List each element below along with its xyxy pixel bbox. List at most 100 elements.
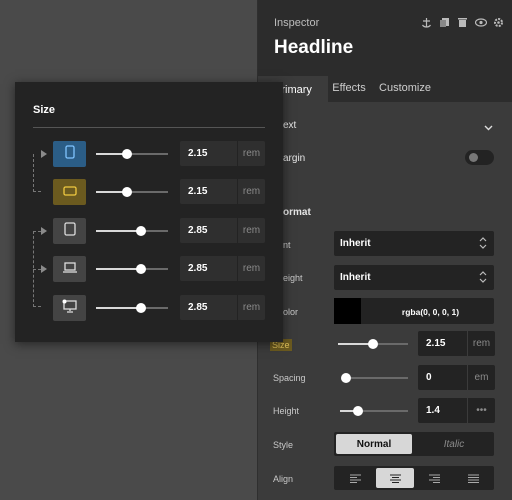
inspector-header: Inspector Headline (258, 0, 512, 76)
tree-connector (33, 269, 41, 270)
align-justify-icon[interactable] (454, 468, 492, 488)
size-input[interactable]: 2.15 rem (418, 331, 495, 356)
copy-icon[interactable] (438, 16, 451, 29)
landscape-icon (62, 183, 77, 201)
align-label: Align (273, 474, 294, 484)
slider-thumb[interactable] (121, 149, 132, 159)
color-label: olor (283, 307, 299, 317)
slider-fill (96, 268, 142, 270)
device-desktop-button[interactable] (53, 295, 86, 321)
slider-fill (96, 230, 142, 232)
landscape-size-value: 2.15 (188, 186, 208, 197)
font-label: nt (283, 240, 291, 250)
weight-select[interactable]: Inherit (334, 265, 494, 290)
device-tablet-button[interactable] (53, 218, 86, 244)
laptop-size-unit[interactable]: rem (237, 256, 265, 281)
tab-customize[interactable]: Customize (370, 76, 440, 102)
updown-icon (479, 237, 487, 249)
trash-icon[interactable] (456, 16, 469, 29)
tree-connector (33, 154, 41, 192)
tablet-size-value: 2.85 (188, 225, 208, 236)
height-input[interactable]: 1.4 ••• (418, 398, 495, 423)
size-popup: Size 2.15 rem 2.15 rem 2.85 rem 2.85 rem… (15, 82, 283, 342)
chevron-down-icon[interactable] (484, 119, 493, 131)
font-select[interactable]: Inherit (334, 231, 494, 256)
slider-thumb[interactable] (368, 339, 378, 349)
height-slider[interactable] (340, 406, 408, 416)
style-label: Style (273, 440, 294, 450)
inspector-title: Inspector (274, 17, 320, 29)
slider-thumb[interactable] (121, 187, 132, 197)
size-value: 2.15 (426, 338, 446, 349)
laptop-size-value: 2.85 (188, 263, 208, 274)
popup-title: Size (33, 104, 56, 116)
desktop-icon (62, 299, 78, 318)
slider-thumb[interactable] (136, 303, 147, 313)
spacing-input[interactable]: 0 em (418, 365, 495, 390)
slider-thumb[interactable] (136, 264, 147, 274)
height-label: Height (273, 406, 300, 416)
gear-icon[interactable] (492, 16, 505, 29)
spacing-label: Spacing (273, 373, 306, 383)
tablet-size-unit[interactable]: rem (237, 218, 265, 243)
style-normal-button[interactable]: Normal (336, 434, 412, 454)
align-segmented (334, 466, 494, 490)
slider-thumb[interactable] (136, 226, 147, 236)
phone-icon (64, 144, 75, 164)
size-unit[interactable]: rem (467, 331, 495, 356)
color-value: rgba(0, 0, 0, 1) (401, 307, 460, 317)
spacing-slider[interactable] (341, 373, 408, 383)
height-value: 1.4 (426, 405, 440, 416)
landscape-size-input[interactable]: 2.15 rem (180, 179, 265, 204)
margin-toggle[interactable] (465, 150, 494, 165)
desktop-size-slider[interactable] (96, 303, 168, 313)
align-center-icon[interactable] (376, 468, 414, 488)
phone-size-input[interactable]: 2.15 rem (180, 141, 265, 166)
toggle-knob (469, 153, 478, 162)
style-segmented: Normal Italic (334, 432, 494, 456)
tablet-icon (63, 221, 76, 241)
align-left-icon[interactable] (336, 468, 374, 488)
phone-size-unit[interactable]: rem (237, 141, 265, 166)
slider-fill (96, 307, 142, 309)
laptop-size-input[interactable]: 2.85 rem (180, 256, 265, 281)
laptop-icon (62, 260, 78, 278)
spacing-unit[interactable]: em (467, 365, 495, 390)
landscape-size-unit[interactable]: rem (237, 179, 265, 204)
device-laptop-button[interactable] (53, 256, 86, 282)
element-name: Headline (274, 37, 354, 58)
anchor-icon[interactable] (420, 16, 433, 29)
desktop-size-value: 2.85 (188, 302, 208, 313)
desktop-size-unit[interactable]: rem (237, 295, 265, 320)
weight-label: eight (283, 273, 303, 283)
style-italic-button[interactable]: Italic (414, 432, 494, 456)
header-icons (420, 16, 505, 29)
section-format-header: ormat (283, 207, 311, 218)
align-right-icon[interactable] (415, 468, 453, 488)
color-field[interactable]: rgba(0, 0, 0, 1) (334, 298, 494, 324)
inspector-tabs: Primary Effects Customize (258, 76, 512, 102)
expand-arrow-icon (41, 227, 47, 235)
expand-arrow-icon (41, 265, 47, 273)
section-text-header[interactable]: ext (283, 120, 296, 131)
tablet-size-slider[interactable] (96, 226, 168, 236)
height-unit[interactable]: ••• (467, 398, 495, 423)
eye-icon[interactable] (474, 16, 487, 29)
device-landscape-button[interactable] (53, 179, 86, 205)
divider (33, 127, 265, 128)
size-slider[interactable] (338, 339, 408, 349)
phone-size-value: 2.15 (188, 148, 208, 159)
tab-effects[interactable]: Effects (328, 76, 370, 102)
weight-select-value: Inherit (340, 272, 371, 283)
font-select-value: Inherit (340, 238, 371, 249)
desktop-size-input[interactable]: 2.85 rem (180, 295, 265, 320)
expand-arrow-icon (41, 150, 47, 158)
device-phone-button[interactable] (53, 141, 86, 167)
laptop-size-slider[interactable] (96, 264, 168, 274)
color-swatch[interactable] (334, 298, 361, 324)
margin-label: argin (283, 153, 306, 164)
spacing-value: 0 (426, 372, 432, 383)
landscape-size-slider[interactable] (96, 187, 168, 197)
phone-size-slider[interactable] (96, 149, 168, 159)
tablet-size-input[interactable]: 2.85 rem (180, 218, 265, 243)
